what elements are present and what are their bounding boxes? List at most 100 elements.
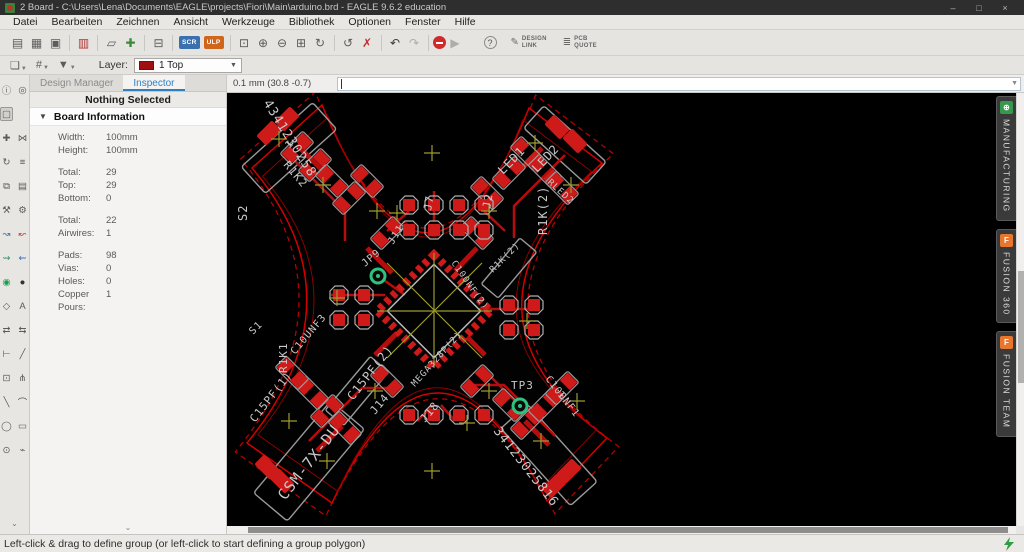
close-button[interactable]: × <box>999 3 1011 13</box>
via-marker <box>511 397 529 415</box>
info-row: Vias: 0 <box>30 262 226 275</box>
replace-tool[interactable]: ⇆ <box>16 323 29 337</box>
undo-icon[interactable]: ↶ <box>386 33 405 52</box>
group-select-tool[interactable]: ▢ <box>0 107 13 121</box>
pad-tool[interactable]: ● <box>16 275 29 289</box>
add-part-icon[interactable]: ✚ <box>121 33 140 52</box>
ripup-tool[interactable]: ↜ <box>16 227 29 241</box>
menu-bibliothek[interactable]: Bibliothek <box>282 15 342 29</box>
pcb-quote-button-icon: ≣ <box>562 37 572 48</box>
route-tool[interactable]: ↝ <box>0 227 13 241</box>
tab-design-manager[interactable]: Design Manager <box>30 75 123 91</box>
connection-lightning-icon <box>1004 536 1014 551</box>
menu-ansicht[interactable]: Ansicht <box>167 15 215 29</box>
design-link-button[interactable]: ✎ DESIGN LINK <box>506 34 552 52</box>
more-tools-chevron[interactable]: ⌄ <box>0 519 29 528</box>
drc-icon[interactable]: ⊟ <box>149 33 168 52</box>
align-tool[interactable]: ≡ <box>16 155 29 169</box>
polygon-tool[interactable]: ◇ <box>0 299 13 313</box>
zoom-redraw-icon[interactable]: ↻ <box>311 33 330 52</box>
lock-tool[interactable]: ⊡ <box>0 371 13 385</box>
layer-settings-icon[interactable]: ❏ ▼ <box>10 59 27 72</box>
command-input[interactable]: ▼ <box>337 76 1021 91</box>
pinswap-tool[interactable]: ⇄ <box>0 323 13 337</box>
menu-fenster[interactable]: Fenster <box>398 15 448 29</box>
scrollbar-corner <box>1016 526 1024 534</box>
hole-tool[interactable]: ⊙ <box>0 443 13 457</box>
info-key: Width: <box>58 132 85 143</box>
menu-datei[interactable]: Datei <box>6 15 45 29</box>
via-tool[interactable]: ◉ <box>0 275 13 289</box>
line-tool[interactable]: ╲ <box>0 395 13 409</box>
info-value: 0 <box>106 276 112 287</box>
save-icon[interactable]: ▦ <box>27 33 46 52</box>
unroute-tool[interactable]: ⇜ <box>16 251 29 265</box>
paste-tool[interactable]: ▤ <box>16 179 29 193</box>
side-tab-fusion-team[interactable]: F FUSION TEAM <box>996 331 1016 437</box>
stop-icon[interactable] <box>432 36 446 49</box>
menu-hilfe[interactable]: Hilfe <box>448 15 483 29</box>
toolbar-separator <box>427 34 429 51</box>
circle-tool[interactable]: ◯ <box>0 419 13 433</box>
rotate-tool[interactable]: ↻ <box>0 155 13 169</box>
sheet-icon[interactable]: ▱ <box>102 33 121 52</box>
board-schematic-icon[interactable]: ▥ <box>74 33 93 52</box>
panel-bottom-chevron[interactable]: ⌄ <box>30 523 226 532</box>
move-tool[interactable]: ✚ <box>0 131 13 145</box>
rect-tool[interactable]: ▭ <box>16 419 29 433</box>
vertical-scrollbar[interactable] <box>1016 93 1024 526</box>
smash-tool[interactable]: ⚒ <box>0 203 13 217</box>
split-tool[interactable]: ⋔ <box>16 371 29 385</box>
selection-status: Nothing Selected <box>30 92 226 108</box>
chevron-down-icon: ▼ <box>20 65 27 72</box>
horizontal-scrollbar[interactable] <box>227 526 1016 534</box>
board-information-header[interactable]: ▼ Board Information <box>30 108 226 126</box>
redo-icon[interactable]: ↷ <box>405 33 424 52</box>
mirror-tool[interactable]: ⋈ <box>16 131 29 145</box>
pcb-canvas[interactable]: 4341230258 S2 R1K2 LED1 LED2 RLED2 R1K(2) J7 J2 J… <box>227 93 1016 526</box>
zoom-out-icon[interactable]: ⊖ <box>273 33 292 52</box>
change-tool[interactable]: ⚙ <box>16 203 29 217</box>
layer-select[interactable]: 1 Top ▼ <box>133 57 242 73</box>
vertical-scrollbar-thumb[interactable] <box>1018 271 1024 383</box>
help-icon[interactable]: ? <box>483 36 497 49</box>
tab-inspector[interactable]: Inspector <box>123 75 185 91</box>
copy-tool[interactable]: ⧉ <box>0 179 13 193</box>
toolbar-separator <box>97 34 98 51</box>
toolbar-separator <box>229 34 231 51</box>
zoom-select-icon[interactable]: ⊞ <box>292 33 311 52</box>
side-tab-fusion-360[interactable]: F FUSION 360 <box>996 228 1016 324</box>
maximize-button[interactable]: □ <box>973 3 985 13</box>
run-script-badge[interactable]: SCR <box>179 36 200 49</box>
menu-bearbeiten[interactable]: Bearbeiten <box>45 15 110 29</box>
info-key: Height: <box>58 145 89 156</box>
pcb-quote-button[interactable]: ≣ PCB QUOTE <box>558 34 602 52</box>
minimize-button[interactable]: – <box>947 3 959 13</box>
dimension-tool[interactable]: ⊢ <box>0 347 13 361</box>
grid-icon[interactable]: # ▼ <box>36 59 49 71</box>
info-tool[interactable]: ⓘ <box>0 83 13 97</box>
zoom-fit-icon[interactable]: ⊡ <box>235 33 254 52</box>
menu-zeichnen[interactable]: Zeichnen <box>109 15 166 29</box>
ratsnest-tool[interactable]: ⌁ <box>16 443 29 457</box>
print-icon[interactable]: ▣ <box>46 33 65 52</box>
horizontal-scrollbar-thumb[interactable] <box>248 527 1008 533</box>
menu-optionen[interactable]: Optionen <box>341 15 398 29</box>
wire-tool[interactable]: ╱ <box>16 347 29 361</box>
cancel-icon[interactable]: ✗ <box>358 33 377 52</box>
open-icon[interactable]: ▤ <box>8 33 27 52</box>
zoom-in-icon[interactable]: ⊕ <box>254 33 273 52</box>
manufacturing-icon: ⊕ <box>1000 101 1013 114</box>
route-diff-tool[interactable]: ⇝ <box>0 251 13 265</box>
run-ulp-badge[interactable]: ULP <box>203 36 224 49</box>
filter-icon[interactable]: ▼ ▼ <box>58 59 76 71</box>
refresh-icon[interactable]: ↺ <box>339 33 358 52</box>
info-key: Total: <box>58 215 81 226</box>
arc-tool[interactable]: ⌒ <box>16 395 29 409</box>
side-tab-manufacturing[interactable]: ⊕ MANUFACTURING <box>996 96 1016 221</box>
show-tool[interactable]: ◎ <box>16 83 29 97</box>
main-toolbar: ▤ ▦ ▣ ▥ ▱ ✚ ⊟ SCR ULP ⊡ ⊕ ⊖ ⊞ ↻ ↺ ✗ ↶ ↷ ▶? ✎ DESIGN LINK ≣ PCB Q… <box>0 30 1024 56</box>
play-icon[interactable]: ▶ <box>446 33 465 52</box>
menu-werkzeuge[interactable]: Werkzeuge <box>215 15 282 29</box>
text-tool[interactable]: A <box>16 299 29 313</box>
